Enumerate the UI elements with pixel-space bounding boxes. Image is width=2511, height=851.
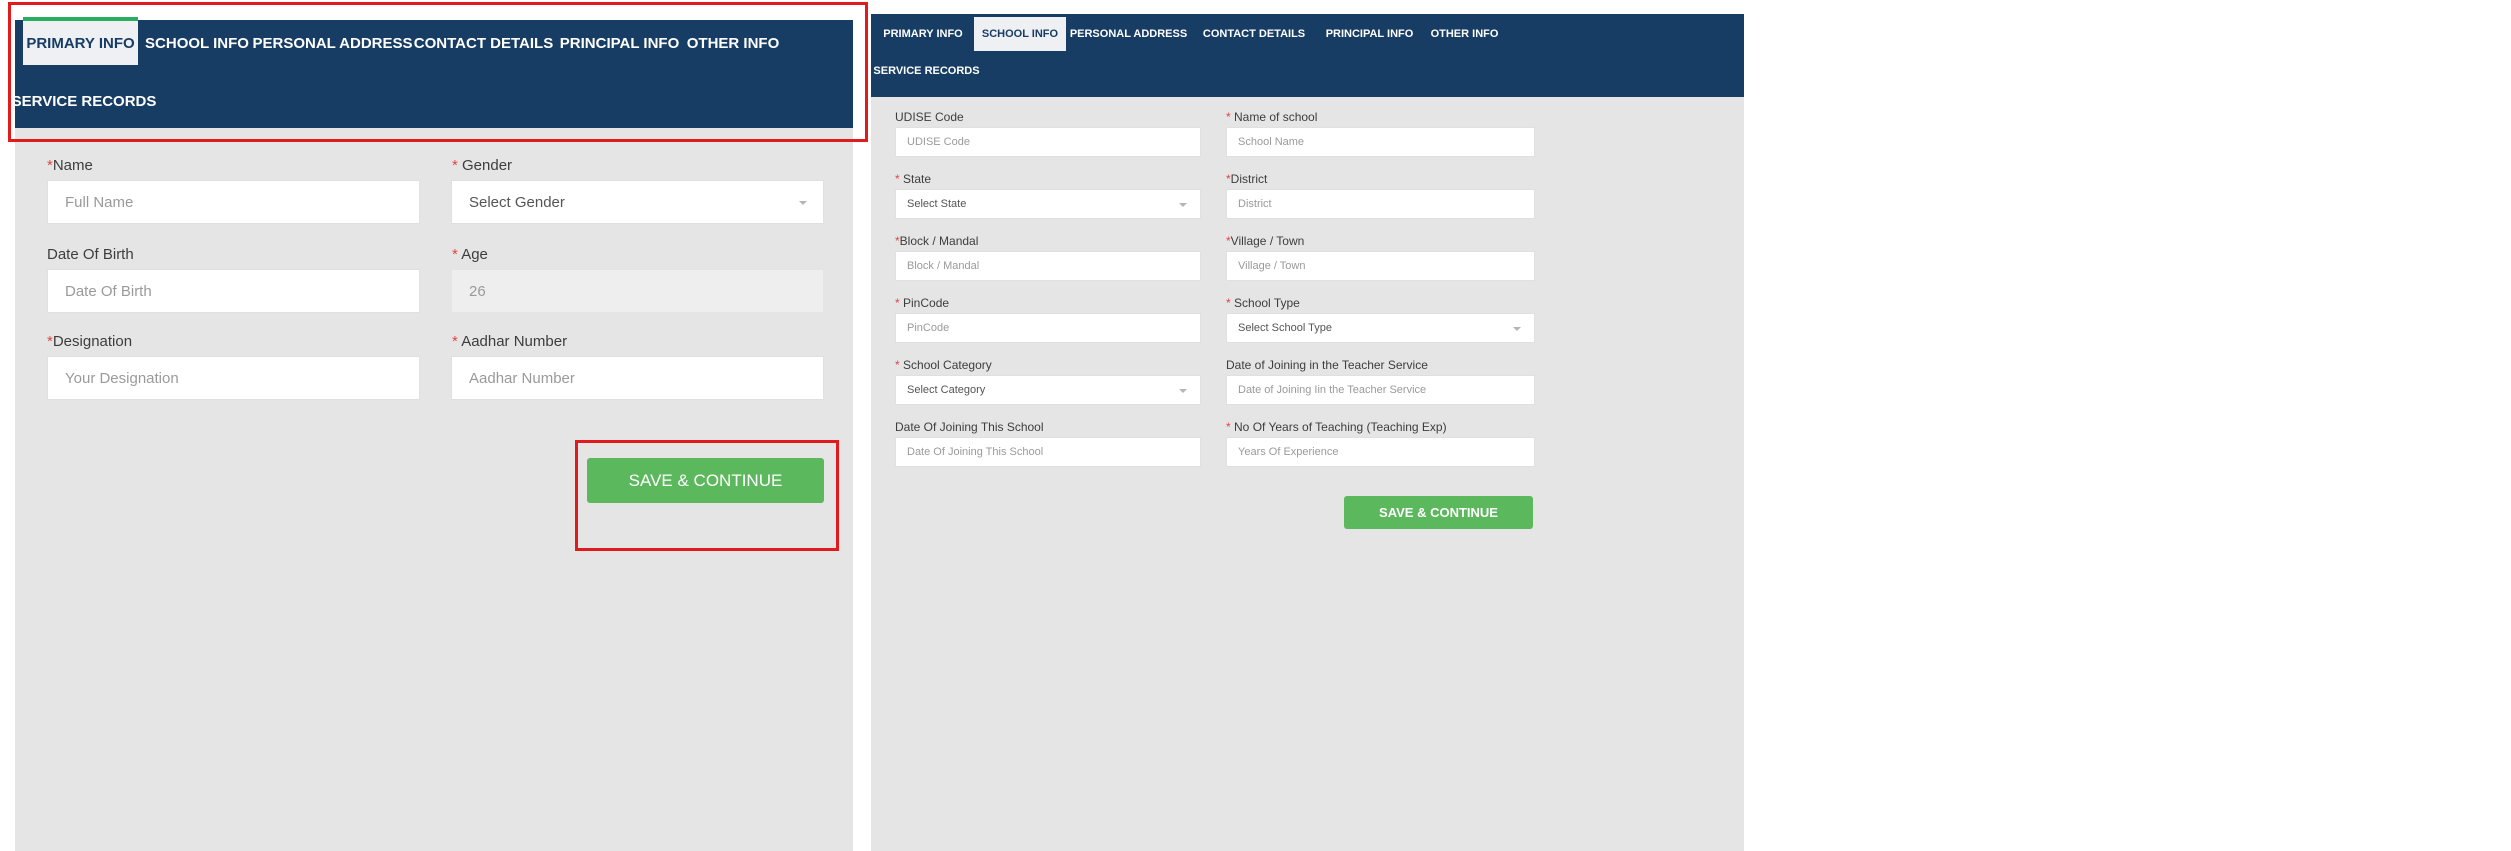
aadhar-input[interactable]: Aadhar Number [451, 356, 824, 400]
name-label: *Name [47, 157, 93, 174]
doj-school-input[interactable]: Date Of Joining This School [895, 437, 1201, 467]
chevron-down-icon [1179, 203, 1187, 207]
dob-label: Date Of Birth [47, 246, 134, 263]
chevron-down-icon [1179, 389, 1187, 393]
school-type-select-value: Select School Type [1238, 322, 1332, 334]
doj-service-label: Date of Joining in the Teacher Service [1226, 358, 1428, 372]
doj-service-input[interactable]: Date of Joining Iin the Teacher Service [1226, 375, 1535, 405]
designation-input[interactable]: Your Designation [47, 356, 420, 400]
school-category-select-value: Select Category [907, 384, 986, 396]
gender-label: * Gender [452, 157, 513, 174]
udise-label: UDISE Code [895, 110, 964, 124]
tab-personal-address[interactable]: PERSONAL ADDRESS [1069, 17, 1188, 51]
gender-select-value: Select Gender [469, 193, 565, 211]
chevron-down-icon [799, 201, 807, 205]
tab-other-info[interactable]: OTHER INFO [1427, 17, 1502, 51]
district-label: *District [1226, 172, 1268, 186]
save-continue-button[interactable]: SAVE & CONTINUE [1344, 496, 1533, 529]
tab-contact-details[interactable]: CONTACT DETAILS [1199, 17, 1309, 51]
school-name-label: * Name of school [1226, 110, 1318, 124]
years-teaching-input[interactable]: Years Of Experience [1226, 437, 1535, 467]
school-name-input[interactable]: School Name [1226, 127, 1535, 157]
aadhar-label: * Aadhar Number [452, 333, 568, 350]
tab-principal-info[interactable]: PRINCIPAL INFO [1323, 17, 1416, 51]
dob-input[interactable]: Date Of Birth [47, 269, 420, 313]
pincode-label: * PinCode [895, 296, 950, 310]
state-label: * State [895, 172, 932, 186]
pincode-input[interactable]: PinCode [895, 313, 1201, 343]
state-select-value: Select State [907, 198, 967, 210]
school-category-label: * School Category [895, 358, 992, 372]
doj-school-label: Date Of Joining This School [895, 420, 1044, 434]
block-label: *Block / Mandal [895, 234, 979, 248]
age-field: 26 [451, 269, 824, 313]
village-label: *Village / Town [1226, 234, 1305, 248]
designation-label: *Designation [47, 333, 133, 350]
primary-info-form: PRIMARY INFO SCHOOL INFO PERSONAL ADDRES… [12, 17, 853, 851]
district-input[interactable]: District [1226, 189, 1535, 219]
tab-service-records[interactable]: SERVICE RECORDS [873, 54, 979, 88]
years-teaching-label: * No Of Years of Teaching (Teaching Exp) [1226, 420, 1447, 434]
form-tab-bar: PRIMARY INFO SCHOOL INFO PERSONAL ADDRES… [871, 14, 1744, 97]
tab-primary-info[interactable]: PRIMARY INFO [876, 17, 970, 51]
save-button-highlight-box [575, 440, 839, 551]
school-type-label: * School Type [1226, 296, 1300, 310]
gender-select[interactable]: Select Gender [451, 180, 824, 224]
age-label: * Age [452, 246, 488, 263]
school-info-form: PRIMARY INFO SCHOOL INFO PERSONAL ADDRES… [871, 14, 1744, 851]
school-type-select[interactable]: Select School Type [1226, 313, 1535, 343]
block-input[interactable]: Block / Mandal [895, 251, 1201, 281]
state-select[interactable]: Select State [895, 189, 1201, 219]
village-input[interactable]: Village / Town [1226, 251, 1535, 281]
tab-school-info[interactable]: SCHOOL INFO [974, 17, 1066, 51]
udise-input[interactable]: UDISE Code [895, 127, 1201, 157]
name-input[interactable]: Full Name [47, 180, 420, 224]
chevron-down-icon [1513, 327, 1521, 331]
school-category-select[interactable]: Select Category [895, 375, 1201, 405]
tab-bar-highlight-box [8, 2, 868, 142]
